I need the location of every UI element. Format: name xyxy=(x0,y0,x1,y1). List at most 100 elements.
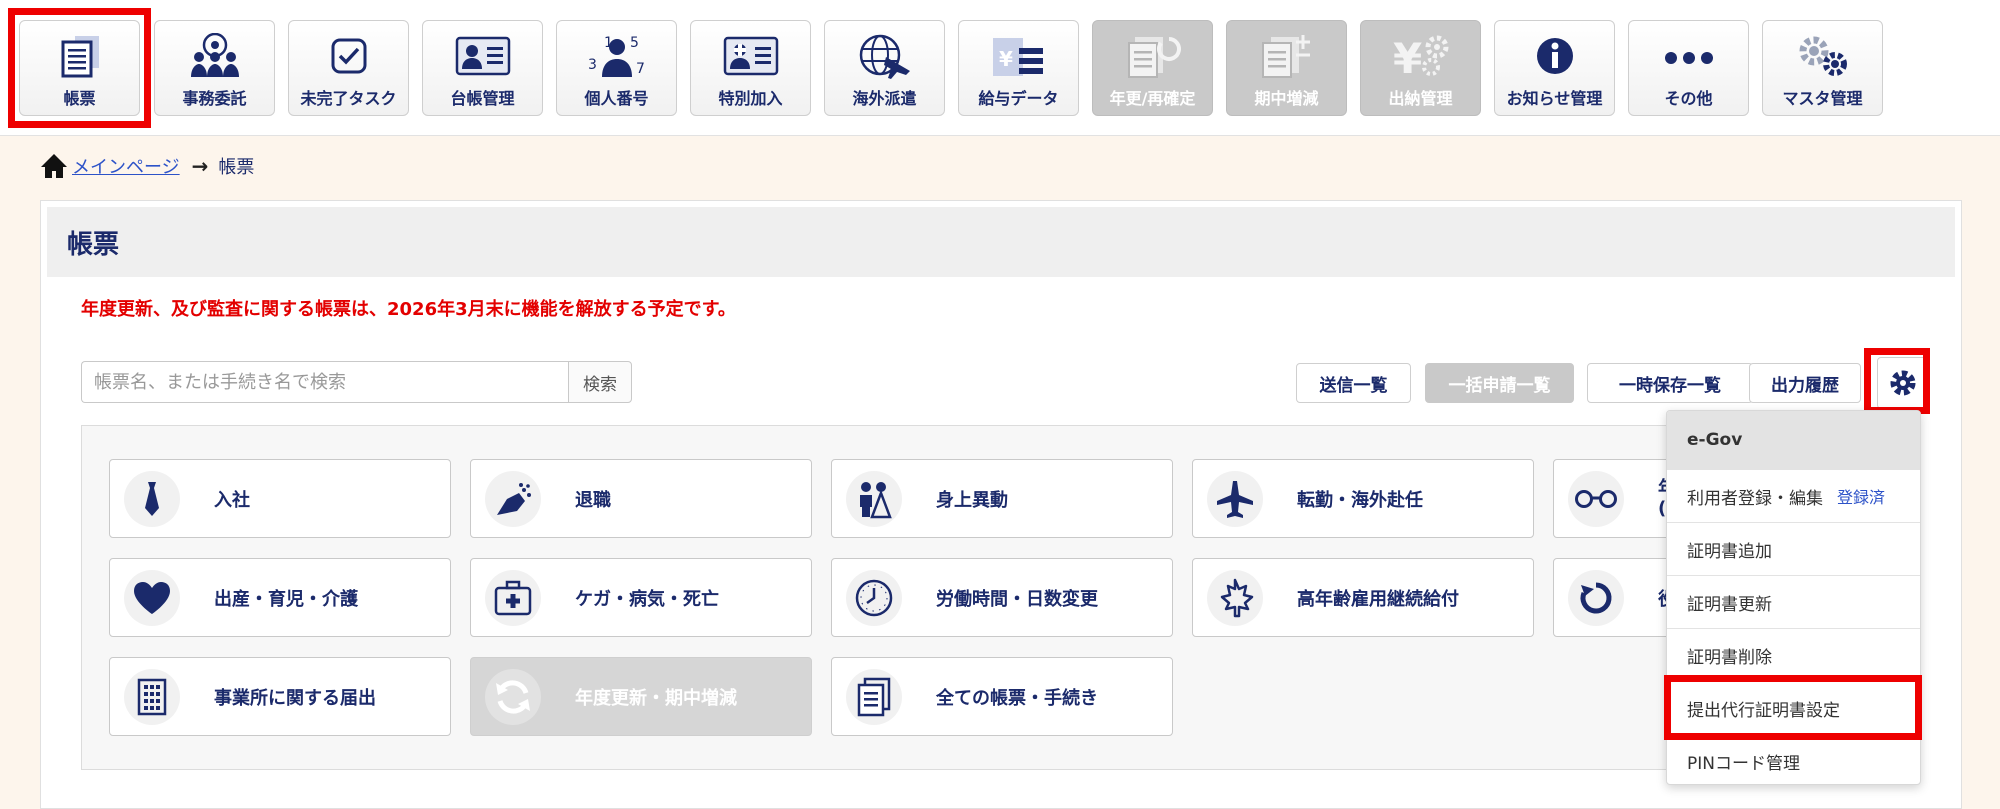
output-history-button[interactable]: 出力履歴 xyxy=(1749,363,1861,403)
refresh-icon xyxy=(1568,569,1624,626)
category-label: 全ての帳票・手続き xyxy=(936,687,1098,709)
highlight-settings-button xyxy=(1864,348,1930,414)
category-transfer-overseas[interactable]: 転勤・海外赴任 xyxy=(1192,459,1534,538)
toolbar-tile-notice-management[interactable]: お知らせ管理 xyxy=(1494,20,1615,116)
svg-text:¥: ¥ xyxy=(1393,34,1422,79)
special-enrollment-icon xyxy=(691,33,810,79)
category-elderly-employment-benefit[interactable]: 高年齢雇用継続給付 xyxy=(1192,558,1534,637)
airplane-icon xyxy=(1207,470,1263,527)
search-bar: 検索 xyxy=(81,361,671,403)
search-input[interactable] xyxy=(81,361,568,403)
svg-text:5: 5 xyxy=(630,35,639,51)
toolbar-tile-label: 出納管理 xyxy=(1388,89,1453,108)
svg-text:¥: ¥ xyxy=(999,47,1013,71)
toolbar-tile-midterm-change[interactable]: 期中増減 xyxy=(1226,20,1347,116)
globe-plane-icon xyxy=(825,33,944,79)
category-label: 事業所に関する届出 xyxy=(214,687,376,709)
wedding-couple-icon xyxy=(846,470,902,527)
toolbar-tile-ledger[interactable]: 台帳管理 xyxy=(422,20,543,116)
toolbar-tile-overseas-dispatch[interactable]: 海外派遣 xyxy=(824,20,945,116)
page-title: 帳票 xyxy=(47,207,1955,277)
category-childbirth-care[interactable]: 出産・育児・介護 xyxy=(109,558,451,637)
category-working-hours-change[interactable]: 労働時間・日数変更 xyxy=(831,558,1173,637)
category-label: 転勤・海外赴任 xyxy=(1297,489,1423,511)
category-personal-changes[interactable]: 身上異動 xyxy=(831,459,1173,538)
midterm-change-icon xyxy=(1227,33,1346,79)
toolbar-tile-label: 期中増減 xyxy=(1254,89,1319,108)
svg-text:3: 3 xyxy=(588,57,597,73)
toolbar-tile-cash-management[interactable]: ¥ 出納管理 xyxy=(1360,20,1481,116)
category-retirement[interactable]: 退職 xyxy=(470,459,812,538)
category-label: 出産・育児・介護 xyxy=(214,588,358,610)
ledger-icon xyxy=(423,33,542,79)
toolbar-tile-label: お知らせ管理 xyxy=(1506,89,1603,108)
category-label: 労働時間・日数変更 xyxy=(936,588,1098,610)
category-label: 高年齢雇用継続給付 xyxy=(1297,588,1459,610)
first-aid-kit-icon xyxy=(485,569,541,626)
highlight-forms-tile xyxy=(8,8,151,128)
category-label: ケガ・病気・死亡 xyxy=(575,588,719,610)
menu-item-user-registration[interactable]: 利用者登録・編集 登録済 xyxy=(1667,469,1920,522)
toolbar-tile-salary-data[interactable]: ¥ 給与データ xyxy=(958,20,1079,116)
tie-icon xyxy=(124,470,180,527)
top-toolbar: 帳票 事務委託 未完了タスク 台帳管理 1537 個人番号 特別加入 海外派遣 xyxy=(0,0,2000,136)
temporary-saved-list-button[interactable]: 一時保存一覧 xyxy=(1587,363,1753,403)
toolbar-tile-label: 未完了タスク xyxy=(300,89,397,108)
annual-update-icon xyxy=(1093,33,1212,79)
breadcrumb-home-link[interactable]: メインページ xyxy=(72,153,180,179)
toolbar-tile-pending-tasks[interactable]: 未完了タスク xyxy=(288,20,409,116)
toolbar-tile-label: 個人番号 xyxy=(584,89,649,108)
checkbox-icon xyxy=(289,33,408,79)
bouquet-icon xyxy=(485,470,541,527)
search-button[interactable]: 検索 xyxy=(568,361,632,403)
heart-icon xyxy=(124,569,180,626)
menu-item-label: 利用者登録・編集 xyxy=(1687,488,1823,509)
category-all-forms[interactable]: 全ての帳票・手続き xyxy=(831,657,1173,736)
toolbar-tile-annual-update[interactable]: 年更/再確定 xyxy=(1092,20,1213,116)
svg-text:7: 7 xyxy=(636,61,645,77)
toolbar-tile-label: 事務委託 xyxy=(182,89,247,108)
toolbar-tile-label: 特別加入 xyxy=(718,89,783,108)
release-notice: 年度更新、及び監査に関する帳票は、2026年3月末に機能を解放する予定です。 xyxy=(81,299,736,320)
toolbar-tile-label: 年更/再確定 xyxy=(1109,89,1196,108)
category-hiring[interactable]: 入社 xyxy=(109,459,451,538)
toolbar-tile-label: 海外派遣 xyxy=(852,89,917,108)
clock-icon xyxy=(846,569,902,626)
category-annual-update-midterm[interactable]: 年度更新・期中増減 xyxy=(470,657,812,736)
breadcrumb: メインページ → 帳票 xyxy=(40,151,254,181)
category-office-notifications[interactable]: 事業所に関する届出 xyxy=(109,657,451,736)
category-injury-illness-death[interactable]: ケガ・病気・死亡 xyxy=(470,558,812,637)
sent-list-button[interactable]: 送信一覧 xyxy=(1296,363,1411,403)
arrow-right-icon: → xyxy=(191,154,209,178)
building-icon xyxy=(124,668,180,725)
toolbar-tile-label: 台帳管理 xyxy=(450,89,515,108)
toolbar-tile-delegation[interactable]: 事務委託 xyxy=(154,20,275,116)
toolbar-tile-others[interactable]: その他 xyxy=(1628,20,1749,116)
maple-leaf-icon xyxy=(1207,569,1263,626)
delegation-icon xyxy=(155,33,274,79)
menu-item-add-certificate[interactable]: 証明書追加 xyxy=(1667,522,1920,575)
menu-item-update-certificate[interactable]: 証明書更新 xyxy=(1667,575,1920,628)
bulk-request-list-button[interactable]: 一括申請一覧 xyxy=(1425,363,1574,403)
info-icon xyxy=(1495,33,1614,79)
menu-item-delete-certificate[interactable]: 証明書削除 xyxy=(1667,628,1920,681)
cash-management-icon: ¥ xyxy=(1361,33,1480,79)
highlight-proxy-certificate-settings xyxy=(1664,675,1922,740)
gears-icon xyxy=(1763,33,1882,79)
category-label: 入社 xyxy=(214,489,250,511)
registered-badge: 登録済 xyxy=(1837,488,1886,507)
toolbar-tile-label: その他 xyxy=(1664,89,1713,108)
toolbar-tile-label: マスタ管理 xyxy=(1782,89,1863,108)
menu-header: e-Gov xyxy=(1667,411,1920,469)
documents-icon xyxy=(846,668,902,725)
category-label: 年度更新・期中増減 xyxy=(575,687,737,709)
menu-item-pin-code-management[interactable]: PINコード管理 xyxy=(1667,734,1920,784)
category-label: 身上異動 xyxy=(936,489,1008,511)
toolbar-tile-master-management[interactable]: マスタ管理 xyxy=(1762,20,1883,116)
home-icon xyxy=(41,154,67,178)
toolbar-tile-special-enrollment[interactable]: 特別加入 xyxy=(690,20,811,116)
breadcrumb-current: 帳票 xyxy=(218,157,255,178)
more-icon xyxy=(1629,33,1748,79)
toolbar-tile-personal-number[interactable]: 1537 個人番号 xyxy=(556,20,677,116)
toolbar-tile-label: 給与データ xyxy=(978,89,1059,108)
